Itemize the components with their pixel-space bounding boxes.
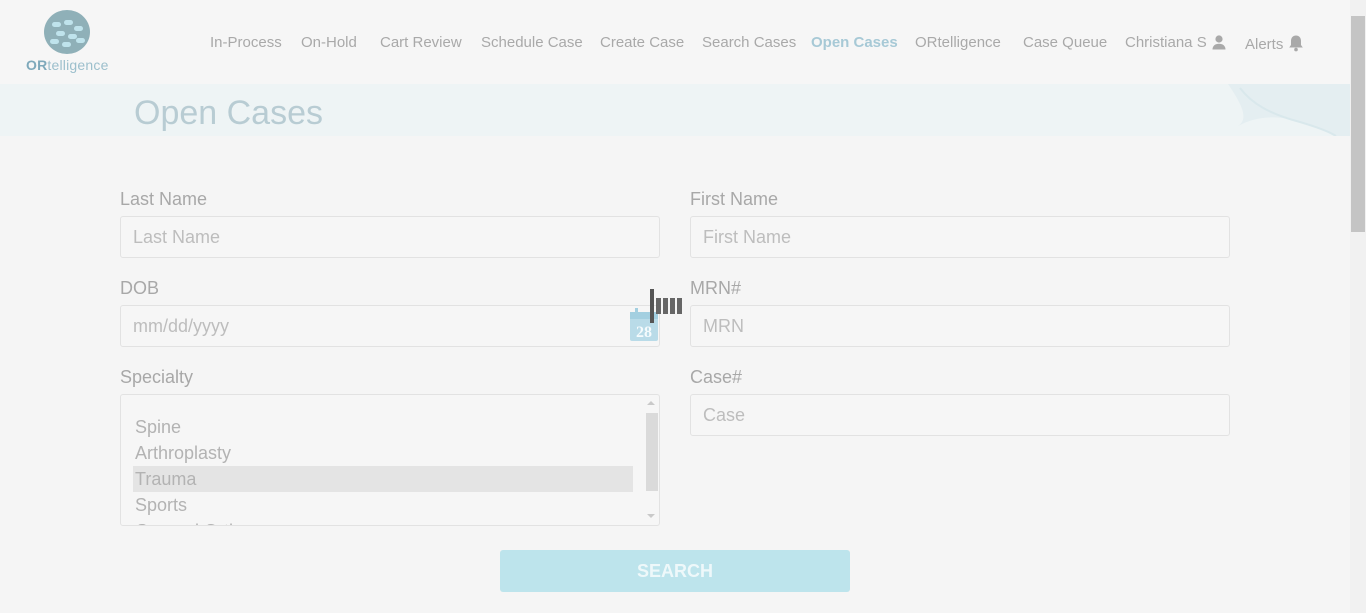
main-nav: In-Process On-Hold Cart Review Schedule … [0, 34, 1350, 54]
mrn-input[interactable] [690, 305, 1230, 347]
mrn-label: MRN# [690, 278, 742, 298]
nav-in-process[interactable]: In-Process [210, 34, 282, 51]
dob-input[interactable] [120, 305, 660, 347]
specialty-option-arthroplasty[interactable]: Arthroplasty [133, 440, 633, 466]
specialty-scrollbar-thumb[interactable] [646, 413, 658, 491]
case-input[interactable] [690, 394, 1230, 436]
svg-text:28: 28 [636, 324, 652, 341]
specialty-listbox[interactable]: Spine Arthroplasty Trauma Sports General… [120, 394, 660, 526]
nav-on-hold[interactable]: On-Hold [301, 34, 357, 51]
nav-cart-review[interactable]: Cart Review [380, 34, 462, 51]
nav-schedule-case[interactable]: Schedule Case [481, 34, 583, 51]
user-icon [1211, 34, 1227, 54]
logo-text: ORtelligence [26, 57, 109, 73]
alerts-label: Alerts [1245, 36, 1284, 53]
user-name: Christiana S [1125, 34, 1207, 51]
scroll-up-arrow-icon[interactable] [647, 401, 655, 405]
busy-cursor-icon [650, 289, 682, 323]
specialty-option-sports[interactable]: Sports [133, 492, 633, 518]
last-name-input[interactable] [120, 216, 660, 258]
nav-user-menu[interactable]: Christiana S [1125, 34, 1227, 54]
page-scrollbar-thumb[interactable] [1351, 16, 1365, 232]
dob-label: DOB [120, 278, 160, 298]
first-name-label: First Name [690, 189, 779, 209]
banner-wave-decoration [1228, 84, 1350, 136]
specialty-option-general-orth[interactable]: General Orth [133, 518, 633, 525]
specialty-option-spine[interactable]: Spine [133, 414, 633, 440]
nav-open-cases[interactable]: Open Cases [811, 34, 898, 51]
first-name-input[interactable] [690, 216, 1230, 258]
nav-create-case[interactable]: Create Case [600, 34, 684, 51]
page-scrollbar[interactable] [1350, 0, 1366, 613]
scroll-down-arrow-icon[interactable] [647, 514, 655, 518]
page-banner: Open Cases [0, 84, 1350, 136]
page-title: Open Cases [134, 94, 323, 132]
specialty-scrollbar[interactable] [643, 395, 659, 525]
bell-icon [1287, 34, 1305, 56]
nav-search-cases[interactable]: Search Cases [702, 34, 796, 51]
nav-case-queue[interactable]: Case Queue [1023, 34, 1107, 51]
top-header: ORtelligence In-Process On-Hold Cart Rev… [0, 0, 1350, 84]
specialty-option-trauma[interactable]: Trauma [133, 466, 633, 492]
case-label: Case# [690, 367, 743, 387]
nav-alerts[interactable]: Alerts [1245, 34, 1305, 56]
specialty-label: Specialty [120, 367, 194, 387]
last-name-label: Last Name [120, 189, 208, 209]
nav-ortelligence[interactable]: ORtelligence [915, 34, 1001, 51]
search-button[interactable]: SEARCH [500, 550, 850, 592]
